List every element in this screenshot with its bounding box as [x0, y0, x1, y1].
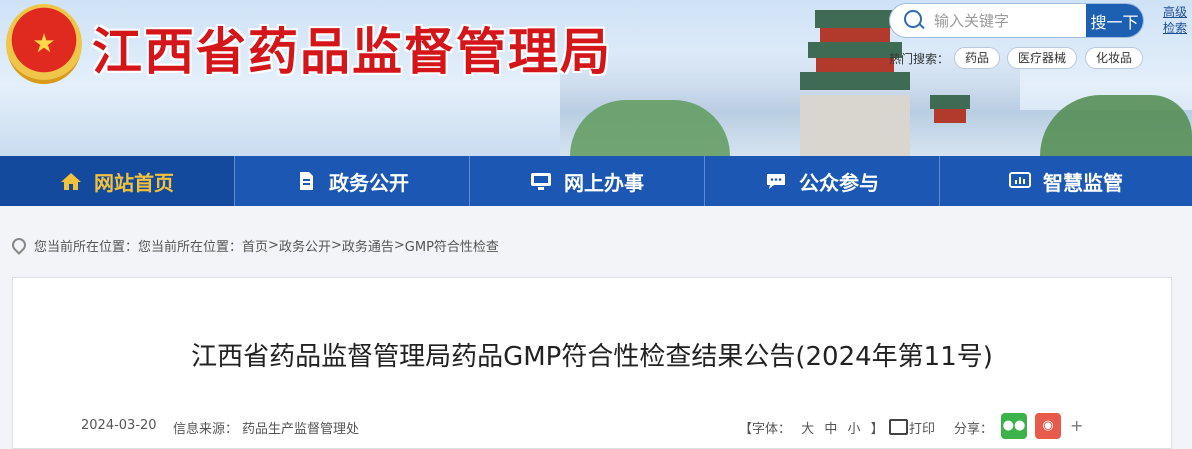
nav-item-label: 网站首页 [94, 170, 174, 195]
hot-search-tag[interactable]: 医疗器械 [1007, 47, 1078, 69]
hot-search-tag[interactable]: 化妆品 [1085, 47, 1144, 69]
wechat-share-icon[interactable]: ●● [1001, 413, 1027, 439]
font-size-large-button[interactable]: 大 [801, 422, 814, 437]
dashboard-icon [1009, 171, 1031, 191]
publish-date: 2024-03-20 [81, 418, 157, 433]
hot-search-tag[interactable]: 药品 [954, 47, 1001, 69]
weibo-share-icon[interactable]: ◉ [1035, 413, 1061, 439]
source-label: 信息来源： [173, 422, 239, 437]
trees-illustration [1040, 95, 1192, 156]
site-title: 江西省药品监督管理局 [92, 22, 612, 81]
nav-item-gov-affairs[interactable]: 政务公开 [235, 156, 470, 206]
nav-item-label: 公众参与 [799, 170, 879, 195]
document-icon [295, 171, 317, 191]
breadcrumb-separator: > [393, 238, 405, 253]
font-size-label-close: 】 [870, 422, 884, 437]
breadcrumb-gmp[interactable]: GMP符合性检查 [405, 236, 499, 255]
print-button[interactable]: 打印 [909, 418, 935, 437]
font-size-label: 【字体： [739, 422, 792, 437]
font-size-small-button[interactable]: 小 [847, 422, 860, 437]
search-input[interactable] [934, 4, 1084, 37]
advanced-search-link[interactable]: 高级检索 [1163, 4, 1189, 36]
hot-search-label: 热门搜索： [889, 52, 950, 66]
breadcrumb-notices[interactable]: 政务通告 [342, 236, 394, 255]
nav-item-label: 政务公开 [329, 170, 409, 195]
font-size-medium-button[interactable]: 中 [824, 422, 837, 437]
monitor-icon [530, 171, 552, 191]
share-label: 分享： [954, 422, 994, 437]
more-share-icon[interactable]: + [1070, 416, 1083, 435]
header-banner: ★ 江西省药品监督管理局 搜一下 高级检索 热门搜索： 药品 医疗器械 化妆品 [0, 0, 1192, 156]
search-box: 搜一下 [889, 3, 1144, 38]
breadcrumb-gov-affairs[interactable]: 政务公开 [279, 236, 331, 255]
search-icon [904, 10, 922, 28]
main-nav: 网站首页 政务公开 网上办事 公众参与 智慧监管 [0, 156, 1192, 206]
home-icon [60, 171, 82, 191]
breadcrumb-prefix: 您当前所在位置：您当前所在位置： [34, 240, 243, 255]
nav-item-smart-supervision[interactable]: 智慧监管 [940, 156, 1192, 206]
article-title: 江西省药品监督管理局药品GMP符合性检查结果公告(2024年第11号) [191, 342, 993, 372]
font-size-control: 【字体： 大 中 小 】 [739, 418, 890, 437]
source-value: 药品生产监督管理处 [242, 422, 360, 437]
breadcrumb-separator: > [268, 238, 279, 253]
breadcrumb: 您当前所在位置：您当前所在位置： 首页 > 政务公开 > 政务通告 > GMP符… [9, 234, 499, 255]
location-pin-icon [9, 234, 29, 255]
nav-item-label: 智慧监管 [1043, 170, 1123, 195]
nav-item-label: 网上办事 [564, 170, 644, 195]
printer-icon[interactable] [889, 419, 908, 435]
article-panel: 江西省药品监督管理局药品GMP符合性检查结果公告(2024年第11号) 2024… [12, 277, 1172, 449]
nav-item-home[interactable]: 网站首页 [0, 156, 235, 206]
nav-item-public-participation[interactable]: 公众参与 [705, 156, 940, 206]
nav-item-online-services[interactable]: 网上办事 [470, 156, 705, 206]
national-emblem-logo: ★ [6, 4, 82, 84]
search-button[interactable]: 搜一下 [1086, 4, 1143, 37]
breadcrumb-home[interactable]: 首页 [242, 236, 268, 255]
chat-icon [765, 171, 787, 191]
breadcrumb-separator: > [330, 238, 342, 253]
